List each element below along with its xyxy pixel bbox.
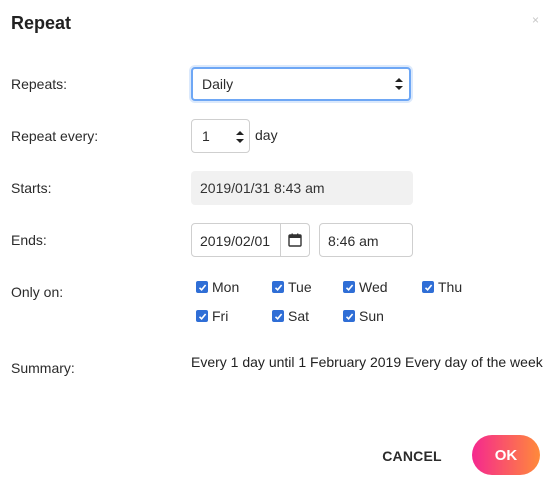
summary-label: Summary: — [11, 360, 75, 376]
day-label: Sat — [288, 308, 310, 324]
checkbox-checked-icon[interactable] — [272, 310, 284, 322]
day-label: Tue — [288, 279, 312, 295]
repeats-label: Repeats: — [11, 76, 68, 92]
repeat-every-label: Repeat every: — [11, 128, 99, 144]
repeat-every-value: 1 — [202, 128, 210, 144]
checkbox-checked-icon[interactable] — [272, 281, 284, 293]
day-label: Thu — [438, 279, 463, 295]
checkbox-checked-icon[interactable] — [422, 281, 434, 293]
checkbox-checked-icon[interactable] — [196, 281, 208, 293]
summary-text: Every 1 day until 1 February 2019 Every … — [191, 354, 543, 370]
repeat-dialog: Repeat × Repeats: Daily Repeat every: 1 … — [0, 0, 550, 485]
repeats-select[interactable]: Daily — [191, 67, 411, 101]
day-checkbox-sun[interactable]: Sun — [343, 308, 384, 324]
repeats-select-value: Daily — [202, 76, 234, 92]
day-checkbox-tue[interactable]: Tue — [272, 279, 312, 295]
checkbox-checked-icon[interactable] — [343, 310, 355, 322]
ends-time-field[interactable]: 8:46 am — [319, 223, 413, 257]
checkbox-checked-icon[interactable] — [343, 281, 355, 293]
day-checkbox-mon[interactable]: Mon — [196, 279, 239, 295]
repeat-every-stepper[interactable]: 1 — [191, 119, 250, 153]
ok-button[interactable]: OK — [472, 435, 540, 475]
dialog-title: Repeat — [11, 13, 72, 33]
calendar-icon[interactable] — [280, 224, 309, 256]
cancel-button[interactable]: CANCEL — [373, 445, 451, 467]
close-icon[interactable]: × — [532, 14, 539, 26]
day-checkbox-sat[interactable]: Sat — [272, 308, 309, 324]
starts-label: Starts: — [11, 180, 52, 196]
day-label: Fri — [212, 308, 229, 324]
day-checkbox-wed[interactable]: Wed — [343, 279, 388, 295]
only-on-label: Only on: — [11, 284, 64, 300]
ends-label: Ends: — [11, 232, 47, 248]
starts-field: 2019/01/31 8:43 am — [191, 171, 413, 205]
stepper-arrows-icon[interactable] — [236, 131, 244, 143]
day-checkbox-thu[interactable]: Thu — [422, 279, 462, 295]
day-label: Sun — [359, 308, 384, 324]
ends-date-value: 2019/02/01 — [200, 233, 271, 249]
day-label: Wed — [359, 279, 388, 295]
repeat-every-unit: day — [255, 127, 278, 143]
select-arrows-icon — [395, 78, 403, 90]
ends-date-field[interactable]: 2019/02/01 — [191, 223, 310, 257]
day-label: Mon — [212, 279, 240, 295]
checkbox-checked-icon[interactable] — [196, 310, 208, 322]
day-checkbox-fri[interactable]: Fri — [196, 308, 228, 324]
